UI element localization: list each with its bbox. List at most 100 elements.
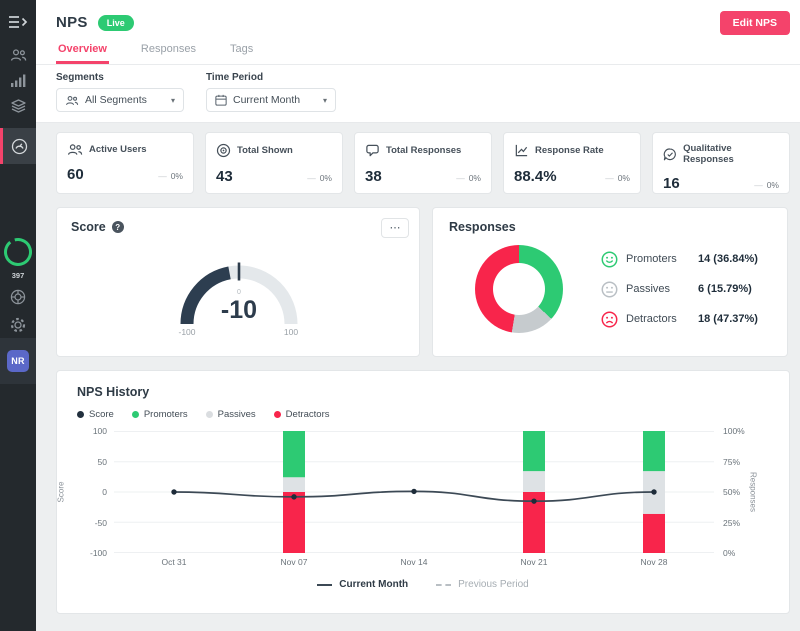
avatar[interactable]: NR: [7, 350, 29, 372]
user-avatar-block[interactable]: NR: [0, 338, 36, 384]
stat-label: Total Shown: [237, 145, 293, 156]
legend-label: Detractors: [626, 313, 698, 325]
edit-nps-button[interactable]: Edit NPS: [720, 11, 790, 35]
legend-label: Passives: [626, 283, 698, 295]
segments-dropdown[interactable]: All Segments ▾: [56, 88, 184, 112]
bar-segment-promoters: [283, 431, 305, 477]
solid-line-icon: [317, 584, 332, 586]
segments-users-icon: [65, 95, 79, 106]
x-axis-labels: Oct 31Nov 07Nov 14Nov 21Nov 28: [114, 557, 714, 571]
legend-item-promoters[interactable]: Promoters: [132, 409, 188, 420]
speech-bubble-icon: [365, 143, 380, 158]
sidebar-item-users[interactable]: [0, 46, 36, 64]
y-tick-left: 0: [102, 487, 107, 497]
legend-value: 18 (47.37%): [698, 313, 758, 325]
tab-responses[interactable]: Responses: [139, 37, 198, 64]
donut-hole: [493, 263, 545, 315]
score-point: [651, 489, 656, 494]
score-point: [531, 498, 536, 503]
content: Active Users 60 —0%: [36, 123, 800, 614]
legend-row-passives: Passives 6 (15.79%): [601, 281, 758, 298]
y-axis-left-title: Score: [57, 482, 66, 503]
stat-cards-row: Active Users 60 —0%: [56, 132, 790, 194]
sad-face-icon: [601, 311, 618, 328]
target-icon: [216, 143, 231, 158]
sidebar-item-help[interactable]: [0, 288, 36, 305]
score-ring-icon: [2, 236, 34, 268]
stat-label: Total Responses: [386, 145, 461, 156]
footer-legend-previous-period[interactable]: Previous Period: [436, 579, 529, 590]
nps-ring-widget[interactable]: [0, 236, 36, 268]
legend-item-score[interactable]: Score: [77, 409, 114, 420]
gauge-chart: 0-10-100100: [149, 236, 329, 340]
history-title: NPS History: [77, 385, 769, 399]
footer-legend-current-month[interactable]: Current Month: [317, 579, 408, 590]
gauge-label: -100: [178, 327, 195, 337]
no-change-dash-icon: —: [307, 173, 316, 183]
stat-delta: —0%: [754, 180, 779, 190]
segments-value: All Segments: [85, 94, 147, 106]
stat-value: 88.4%: [514, 168, 557, 185]
live-badge: Live: [98, 15, 134, 31]
stat-delta: —0%: [307, 173, 332, 183]
caret-down-icon: ▾: [171, 96, 175, 105]
legend-item-passives[interactable]: Passives: [206, 409, 256, 420]
bar-segment-passives: [283, 477, 305, 492]
time-period-filter: Time Period Current Month ▾: [206, 72, 336, 112]
y-axis-left-ticks: 100500-50-100: [77, 431, 107, 553]
responses-title: Responses: [449, 220, 771, 234]
filter-bar: Segments All Segments ▾ Time Period: [36, 65, 800, 122]
sidebar-item-segments[interactable]: [0, 98, 36, 114]
sidebar-item-settings[interactable]: [0, 316, 36, 333]
tab-tags[interactable]: Tags: [228, 37, 255, 64]
card-menu-button[interactable]: ⋯: [381, 218, 409, 238]
caret-down-icon: ▾: [323, 96, 327, 105]
x-tick-label: Oct 31: [161, 557, 186, 567]
bar-segment-passives: [523, 471, 545, 492]
bar-segment-promoters: [523, 431, 545, 471]
no-change-dash-icon: —: [456, 173, 465, 183]
history-chart: 100500-50-100 Score 100%75%50%25%0% Resp…: [77, 431, 769, 553]
page-title: NPS: [56, 14, 88, 31]
score-point: [291, 494, 296, 499]
score-point: [411, 489, 416, 494]
stat-label: Active Users: [89, 144, 147, 155]
sidebar-item-analytics[interactable]: [0, 72, 36, 88]
happy-face-icon: [601, 251, 618, 268]
nps-dashboard: 397 NR NPS: [0, 0, 800, 631]
stat-value: 38: [365, 168, 382, 185]
no-change-dash-icon: —: [605, 173, 614, 183]
tab-overview[interactable]: Overview: [56, 37, 109, 64]
stat-delta: —0%: [605, 173, 630, 183]
sidebar-expand-button[interactable]: [0, 12, 36, 32]
score-title: Score: [71, 220, 106, 234]
legend-row-detractors: Detractors 18 (47.37%): [601, 311, 758, 328]
legend-value: 6 (15.79%): [698, 283, 752, 295]
responses-card: Responses Pro: [432, 207, 788, 357]
bar-segment-promoters: [643, 431, 665, 471]
time-period-label: Time Period: [206, 72, 336, 83]
sidebar-item-nps-active[interactable]: [0, 128, 36, 164]
ring-value: 397: [0, 271, 36, 280]
time-period-dropdown[interactable]: Current Month ▾: [206, 88, 336, 112]
stat-label: Response Rate: [535, 145, 604, 156]
topbar: NPS Live Edit NPS Overview Responses Tag…: [36, 0, 800, 123]
tab-bar: Overview Responses Tags: [36, 37, 800, 65]
nps-history-card: NPS History Score Promoters Passives Det…: [56, 370, 790, 614]
legend-dot: [77, 411, 84, 418]
stat-card-total-shown: Total Shown 43 —0%: [205, 132, 343, 194]
score-card: Score ? ⋯ 0-10-100100: [56, 207, 420, 357]
responses-legend: Promoters 14 (36.84%) Passives: [601, 251, 758, 328]
stat-delta: —0%: [456, 173, 481, 183]
stat-card-total-responses: Total Responses 38 —0%: [354, 132, 492, 194]
legend-label: Promoters: [626, 253, 698, 265]
y-tick-right: 0%: [723, 548, 735, 558]
help-icon[interactable]: ?: [112, 221, 124, 233]
x-tick-label: Nov 14: [401, 557, 428, 567]
x-tick-label: Nov 28: [641, 557, 668, 567]
calendar-icon: [215, 94, 227, 106]
legend-item-detractors[interactable]: Detractors: [274, 409, 330, 420]
stat-card-response-rate: Response Rate 88.4% —0%: [503, 132, 641, 194]
score-responses-row: Score ? ⋯ 0-10-100100 Responses: [56, 207, 790, 357]
bar-segment-detractors: [643, 514, 665, 553]
